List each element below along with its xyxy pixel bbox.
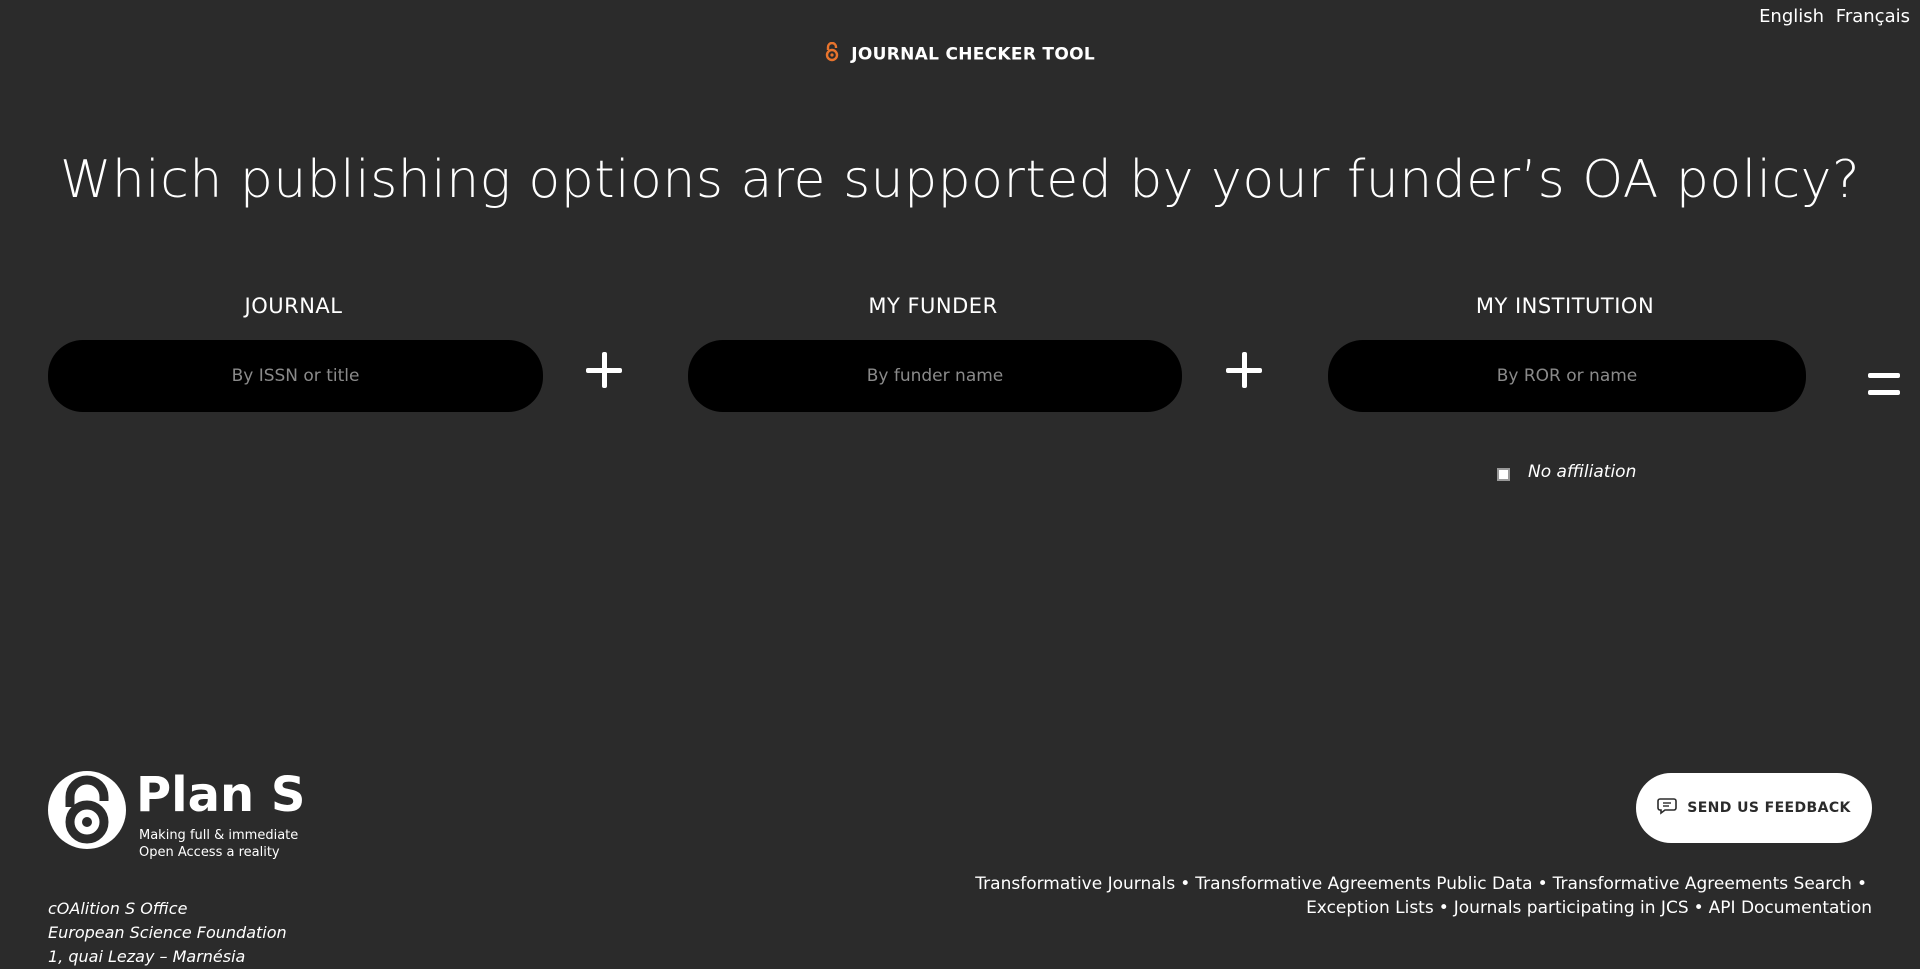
app-brand[interactable]: JOURNAL CHECKER TOOL [0,41,1920,67]
plus-icon [1214,340,1274,400]
footer-link[interactable]: Transformative Agreements Public Data [1195,874,1532,894]
footer-link[interactable]: Transformative Agreements Search [1553,874,1852,894]
office-address: cOAlition S Office European Science Foun… [48,897,287,969]
speech-bubble-icon [1657,797,1678,819]
footer-link[interactable]: Journals participating in JCS [1454,898,1689,918]
journal-search-input[interactable] [48,340,543,412]
no-affiliation-checkbox[interactable] [1497,467,1510,481]
open-access-lock-icon [48,771,126,849]
logo-tagline: Making full & immediate [139,828,299,843]
send-feedback-button[interactable]: SEND US FEEDBACK [1636,773,1872,843]
footer-link[interactable]: Transformative Journals [975,874,1175,894]
no-affiliation-option[interactable]: No affiliation [1497,462,1636,482]
no-affiliation-label: No affiliation [1528,462,1637,482]
lang-french[interactable]: Français [1836,6,1910,27]
language-switcher: English Français [1753,6,1910,27]
lang-english[interactable]: English [1759,6,1824,27]
open-lock-icon [825,41,839,67]
address-line: 1, quai Lezay – Marnésia [48,947,246,966]
footer-links: Transformative Journals • Transformative A… [975,874,1872,918]
logo-tagline: Open Access a reality [139,845,280,860]
journal-label: JOURNAL [244,294,343,318]
feedback-label: SEND US FEEDBACK [1687,800,1851,816]
plus-icon [574,340,634,400]
footer-link[interactable]: API Documentation [1709,898,1872,918]
page-headline: Which publishing options are supported b… [59,150,1861,210]
equals-icon [1868,370,1900,398]
address-line: European Science Foundation [48,923,287,942]
app-title: JOURNAL CHECKER TOOL [851,44,1095,65]
funder-label: MY FUNDER [868,294,998,318]
logo-title: Plan S [136,767,306,823]
institution-label: MY INSTITUTION [1475,294,1655,318]
address-line: cOAlition S Office [48,899,188,918]
institution-search-input[interactable] [1328,340,1806,412]
footer-link[interactable]: Exception Lists [1306,898,1434,918]
funder-search-input[interactable] [688,340,1182,412]
plan-s-logo[interactable]: Plan S Making full & immediate Open Acce… [48,771,305,861]
